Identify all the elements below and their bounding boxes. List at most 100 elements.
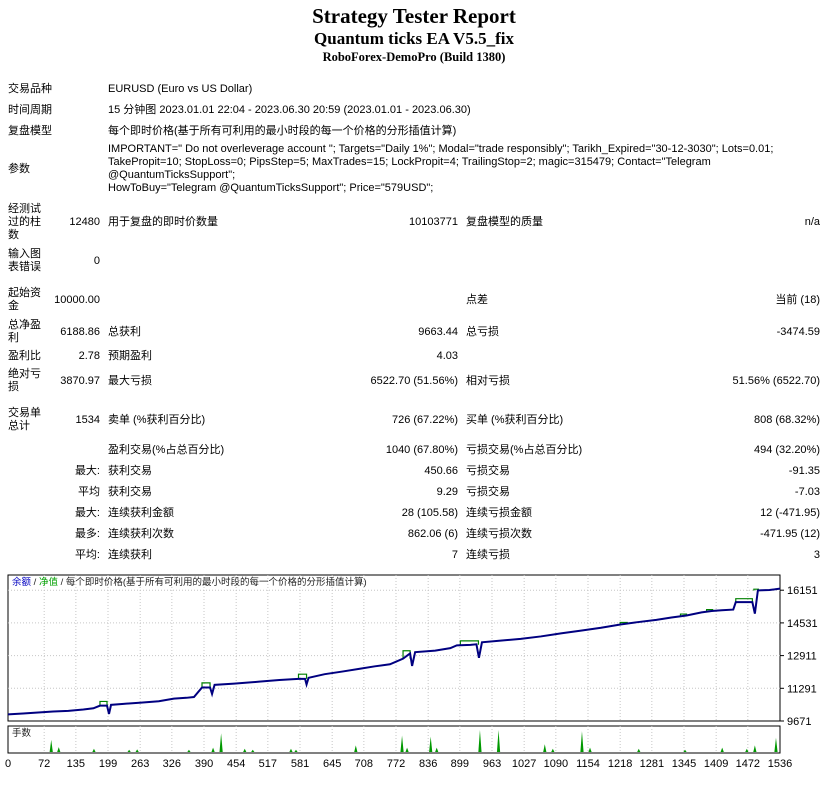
x-axis-label: 263 xyxy=(131,758,149,770)
report-cell: 总亏损 xyxy=(466,325,499,338)
report-cell xyxy=(54,450,100,452)
report-cell: 7 xyxy=(451,549,458,561)
x-axis-label: 836 xyxy=(419,758,437,770)
report-row-avg-consecutive: 平均: 连续获利 7 连续亏损 3 xyxy=(8,545,820,566)
main-plot-border xyxy=(7,574,781,722)
report-row-absolute-drawdown: 绝对亏 损 3870.97 最大亏损 6522.70 (51.56%) 相对亏损 51.5… xyxy=(8,367,820,395)
report-table: 交易品种 EURUSD (Euro vs US Dollar) 时间周期 15 分钟图… xyxy=(8,79,820,566)
legend-balance-label: 余额 xyxy=(12,576,32,588)
report-cell: 最大: xyxy=(74,465,100,477)
report-cell: -91.35 xyxy=(788,465,820,477)
x-axis-label: 1218 xyxy=(608,758,632,770)
report-cell xyxy=(663,260,820,262)
report-cell: 亏损交易 xyxy=(466,465,510,477)
report-cell xyxy=(54,131,100,133)
report-cell xyxy=(8,534,54,536)
report-cell: 盈利比 xyxy=(8,350,41,362)
report-cell: 862.06 (6) xyxy=(407,528,458,540)
chart-legend: 余额 / 净值 / 每个即时价格(基于所有可利用的最小时段的每一个价格的分形插值… xyxy=(12,576,367,588)
report-cell xyxy=(663,356,820,358)
report-cell: 15 分钟图 2023.01.01 22:04 - 2023.06.30 20:… xyxy=(108,104,471,116)
report-cell: 起始资 金 xyxy=(8,287,41,312)
report-cell: 相对亏损 xyxy=(466,374,510,387)
report-cell: 9663.44 xyxy=(418,325,458,338)
lots-plot-border xyxy=(7,725,781,754)
report-cell: 连续亏损 xyxy=(466,549,510,561)
report-row-chart-errors: 输入图 表错误 0 xyxy=(8,247,820,275)
report-cell: 1534 xyxy=(75,413,100,426)
x-axis-label: 1027 xyxy=(512,758,536,770)
report-cell: 连续亏损金额 xyxy=(466,507,532,519)
report-row-period: 时间周期 15 分钟图 2023.01.01 22:04 - 2023.06.30… xyxy=(8,100,820,121)
report-cell: 28 (105.58) xyxy=(401,507,458,519)
x-axis-label: 135 xyxy=(67,758,85,770)
report-cell: -7.03 xyxy=(794,486,820,498)
report-cell: 平均 xyxy=(78,486,100,498)
balance-equity-chart: 0 72 135 199 263 326 390 454 517 581 645 708 772 836 8… xyxy=(5,574,818,770)
report-cell xyxy=(8,492,54,494)
x-axis-label: 708 xyxy=(355,758,373,770)
y-axis-label: 14531 xyxy=(787,618,818,630)
report-cell xyxy=(54,110,100,112)
x-axis-label: 645 xyxy=(323,758,341,770)
x-axis-label: 1345 xyxy=(672,758,696,770)
report-cell: 3870.97 xyxy=(60,374,100,387)
report-cell: 最大亏损 xyxy=(108,374,152,387)
report-cell: 最多: xyxy=(74,528,100,540)
report-cell: 最大: xyxy=(74,507,100,519)
report-cell xyxy=(458,356,663,358)
x-axis-label: 1154 xyxy=(576,758,600,770)
report-cell: 10103771 xyxy=(409,216,458,228)
report-cell xyxy=(8,513,54,515)
report-cell: 总获利 xyxy=(108,325,141,338)
x-axis-label: 199 xyxy=(99,758,117,770)
x-axis-label: 517 xyxy=(259,758,277,770)
report-cell: 4.03 xyxy=(436,350,458,362)
report-row-profit-trades: 盈利交易(%占总百分比) 1040 (67.80%) 亏损交易(%占总百分比) 494… xyxy=(8,440,820,461)
report-cell: 连续获利 xyxy=(108,549,152,561)
report-cell: 12480 xyxy=(69,216,100,228)
report-cell: 用于复盘的即时价数量 xyxy=(108,216,218,228)
y-axis-label: 16151 xyxy=(787,585,818,597)
report-cell: 1040 (67.80%) xyxy=(385,444,458,456)
x-axis-label: 454 xyxy=(227,758,245,770)
report-cell: 当前 (18) xyxy=(775,293,820,306)
report-row-net-profit: 总净盈 利 6188.86 总获利 9663.44 总亏损 -3474.59 xyxy=(8,318,820,346)
x-axis-label: 899 xyxy=(451,758,469,770)
report-cell: 输入图 表错误 xyxy=(8,248,41,273)
report-cell: IMPORTANT=" Do not overleverage account … xyxy=(108,143,774,194)
report-cell: 总净盈 利 xyxy=(8,319,41,344)
report-cell xyxy=(100,260,303,262)
report-header: Strategy Tester Report Quantum ticks EA … xyxy=(0,0,828,65)
legend-separator: / xyxy=(31,577,39,588)
report-cell: 450.66 xyxy=(424,465,458,477)
report-row-max-consecutive-amount: 最大: 连续获利金额 28 (105.58) 连续亏损金额 12 (-471.95) xyxy=(8,503,820,524)
report-cell: 买单 (%获利百分比) xyxy=(466,413,564,426)
report-cell: 交易单 总计 xyxy=(8,407,41,432)
x-axis-label: 963 xyxy=(483,758,501,770)
y-axis-label: 9671 xyxy=(787,716,811,728)
report-cell: 亏损交易 xyxy=(466,486,510,498)
report-row-total-trades: 交易单 总计 1534 卖单 (%获利百分比) 726 (67.22%) 买单 (%获利… xyxy=(8,406,820,434)
lots-chart-label: 手数 xyxy=(12,727,32,739)
report-cell: -471.95 (12) xyxy=(760,528,820,540)
report-cell xyxy=(303,260,458,262)
report-cell: 参数 xyxy=(8,162,30,175)
y-axis-label: 12911 xyxy=(787,651,817,663)
report-cell: 12 (-471.95) xyxy=(760,507,820,519)
report-row-max-consecutive-count: 最多: 连续获利次数 862.06 (6) 连续亏损次数 -471.95 (12) xyxy=(8,524,820,545)
report-cell: 808 (68.32%) xyxy=(753,413,820,426)
report-cell: 获利交易 xyxy=(108,486,152,498)
report-cell: 预期盈利 xyxy=(108,350,152,362)
report-cell xyxy=(8,450,54,452)
report-row-profit-factor: 盈利比 2.78 预期盈利 4.03 xyxy=(8,346,820,367)
report-cell: 亏损交易(%占总百分比) xyxy=(466,444,583,456)
page-title: Strategy Tester Report xyxy=(312,4,516,28)
server-build: RoboForex-DemoPro (Build 1380) xyxy=(322,50,506,64)
legend-model-label: 每个即时价格(基于所有可利用的最小时段的每一个价格的分形插值计算) xyxy=(66,576,367,588)
x-axis-label: 0 xyxy=(5,758,11,770)
report-cell: 复盘模型的质量 xyxy=(466,216,543,228)
report-cell: 盈利交易(%占总百分比) xyxy=(108,444,225,456)
report-cell xyxy=(54,168,100,170)
report-cell: EURUSD (Euro vs US Dollar) xyxy=(108,83,253,95)
